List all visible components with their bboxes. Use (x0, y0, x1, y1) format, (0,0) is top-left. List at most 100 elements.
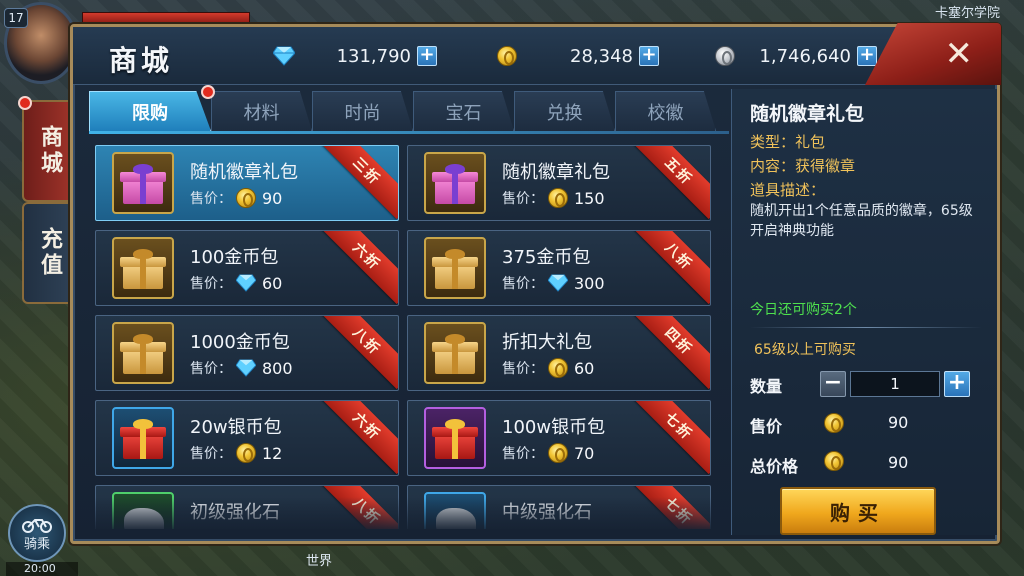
tab-fashion[interactable]: 时尚 (312, 91, 413, 131)
discount-ribbon: 三折 (318, 146, 398, 220)
price-value: 150 (574, 188, 605, 208)
shop-item-name: 100w银币包 (502, 417, 606, 438)
gold-gift-icon (112, 322, 174, 384)
price-value: 12 (262, 443, 283, 463)
gold-gift-icon (424, 237, 486, 299)
gold-gift-icon (112, 237, 174, 299)
discount-ribbon: 六折 (318, 401, 398, 475)
motorcycle-icon (22, 518, 52, 533)
shop-header: 商城 131,790 + 28,348 + 1,746,640 + (73, 27, 997, 85)
tab-badges[interactable]: 校徽 (615, 91, 716, 131)
shop-item-card[interactable]: 100w银币包 售价： 70 七折 (407, 400, 711, 476)
shop-item-name: 中级强化石 (502, 502, 592, 523)
side-tab-recharge-label: 充值 (37, 227, 62, 279)
price-label: 售价： (502, 446, 544, 462)
red-gift-icon (112, 407, 174, 469)
shop-item-name: 折扣大礼包 (502, 332, 592, 353)
pink-gift-icon (424, 152, 486, 214)
shop-item-card[interactable]: 20w银币包 售价： 12 六折 (95, 400, 399, 476)
diamond-icon (273, 46, 295, 66)
shop-item-price: 售价： 300 (502, 273, 605, 293)
price-value: 800 (262, 358, 293, 378)
detail-desc-label: 道具描述： (750, 181, 826, 199)
price-label: 售价： (190, 191, 232, 207)
detail-desc-row: 道具描述： (750, 179, 825, 200)
price-value: 60 (262, 273, 283, 293)
tab-notification-dot (201, 85, 215, 99)
discount-ribbon: 八折 (318, 486, 398, 529)
quantity-label: 数量 (750, 377, 783, 396)
tab-gems[interactable]: 宝石 (413, 91, 514, 131)
detail-description: 随机开出1个任意品质的徽章，65级开启神典功能 (750, 203, 973, 239)
shop-item-card[interactable]: 375金币包 售价： 300 八折 (407, 230, 711, 306)
shop-item-name: 随机徽章礼包 (502, 162, 610, 183)
shop-item-name: 初级强化石 (190, 502, 280, 523)
currency-gold: 28,348 + (497, 43, 659, 69)
shop-item-card[interactable]: 100金币包 售价： 60 六折 (95, 230, 399, 306)
detail-content-row: 内容：获得徽章 (750, 155, 855, 176)
discount-ribbon: 四折 (630, 316, 710, 390)
quantity-increase-button[interactable]: + (944, 371, 970, 397)
side-tab-recharge[interactable]: 充值 (22, 202, 76, 304)
shop-item-card[interactable]: 随机徽章礼包售价： 150 五折 (407, 145, 711, 221)
quantity-decrease-button[interactable]: − (820, 371, 846, 397)
gold-coin-icon (497, 46, 517, 66)
price-value: 300 (574, 273, 605, 293)
shop-item-card[interactable]: 折扣大礼包 售价： 60 四折 (407, 315, 711, 391)
shop-item-name: 随机徽章礼包 (190, 162, 298, 183)
currency-silver: 1,746,640 + (715, 43, 877, 69)
gold-coin-icon (548, 443, 568, 463)
price-label: 售价： (502, 191, 544, 207)
shop-item-card[interactable]: 初级强化石 八折 (95, 485, 399, 529)
close-icon: ✕ (944, 34, 974, 74)
silver-amount: 1,746,640 (759, 45, 851, 67)
red-gift-icon (424, 407, 486, 469)
shop-item-card[interactable]: 中级强化石 七折 (407, 485, 711, 529)
price-label: 售价： (502, 276, 544, 292)
shop-item-price: 售价： 800 (190, 358, 293, 378)
gold-coin-icon (236, 188, 256, 208)
add-gold-button[interactable]: + (639, 46, 659, 66)
tab-materials[interactable]: 材料 (211, 91, 312, 131)
price-label: 售价： (190, 276, 232, 292)
shop-panel: 商城 131,790 + 28,348 + 1,746,640 + ✕ 限购 材… (70, 23, 1001, 544)
daily-purchase-limit: 今日还可购买2个 (750, 302, 857, 318)
divider (750, 327, 982, 328)
side-tab-shop[interactable]: 商城 (18, 96, 76, 202)
shop-item-price: 售价： 12 (190, 443, 282, 463)
gold-amount: 28,348 (570, 45, 633, 67)
stone-icon (112, 492, 174, 529)
shop-item-card[interactable]: 随机徽章礼包 售价： 90 三折 (95, 145, 399, 221)
discount-ribbon: 八折 (630, 231, 710, 305)
diamond-icon (236, 274, 256, 292)
mount-label: 骑乘 (23, 536, 50, 552)
price-label: 售价： (190, 446, 232, 462)
diamond-amount: 131,790 (336, 45, 411, 67)
shop-item-name: 100金币包 (190, 247, 279, 268)
stone-icon (424, 492, 486, 529)
add-silver-button[interactable]: + (857, 46, 877, 66)
notification-dot (18, 96, 32, 110)
price-label: 售价： (502, 361, 544, 377)
tab-underline (89, 131, 729, 134)
shop-item-price: 售价： 150 (502, 188, 605, 208)
price-label: 售价： (190, 361, 232, 377)
tab-exchange[interactable]: 兑换 (514, 91, 615, 131)
total-price-label: 总价格 (750, 457, 799, 476)
gold-coin-icon (548, 358, 568, 378)
discount-ribbon: 七折 (630, 486, 710, 529)
chat-channel-label[interactable]: 世界 (306, 550, 332, 569)
shop-item-card[interactable]: 1000金币包售价： 800 八折 (95, 315, 399, 391)
mount-button[interactable]: 骑乘 (8, 504, 66, 562)
add-diamond-button[interactable]: + (417, 46, 437, 66)
discount-ribbon: 八折 (318, 316, 398, 390)
quantity-input[interactable]: 1 (850, 371, 940, 397)
item-grid: 随机徽章礼包 售价： 90 三折 随机徽章礼包 售价： 150 五折 100金币包 售价： 60 六折… (95, 145, 715, 529)
shop-item-price: 售价： 70 (502, 443, 594, 463)
discount-ribbon: 五折 (630, 146, 710, 220)
buy-button[interactable]: 购买 (780, 487, 936, 535)
detail-content-label: 内容： (750, 157, 796, 175)
tab-limited[interactable]: 限购 (89, 91, 211, 131)
shop-item-name: 1000金币包 (190, 332, 290, 353)
gold-coin-icon (824, 413, 844, 433)
